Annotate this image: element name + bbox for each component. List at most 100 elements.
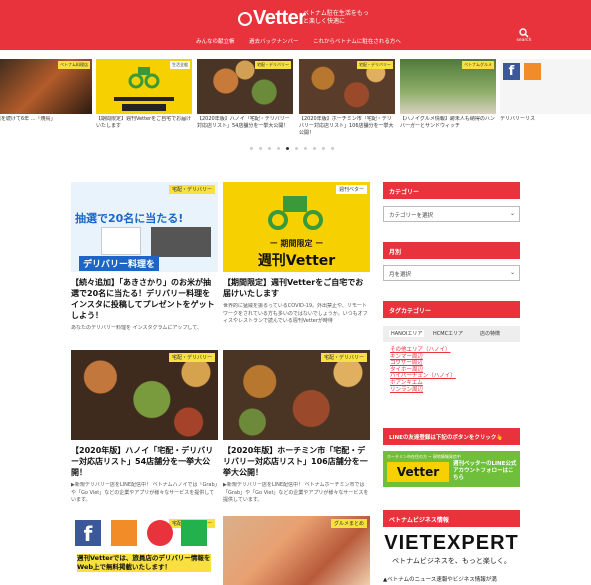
scooter-icon: [114, 67, 174, 111]
site-header: Vetter ベトナム駐在生活をもっと楽しく快適に みんなの献立帳 過去バックナ…: [0, 0, 591, 50]
month-select-value: 月を選択: [389, 272, 412, 278]
tag-link[interactable]: その他エリア（ハノイ）: [390, 347, 456, 354]
post-image-subtext: デリバリー料理を: [79, 256, 160, 271]
post-image-headline: 週刊Vetterでは、旅員店のデリバリー情報をWeb上で無料掲載いたします！: [77, 554, 211, 572]
line-follow-banner[interactable]: ホーチミン市在住の方 ~ 現地情報発信中 Vetter 週刊ベッターのLINE公…: [383, 451, 520, 487]
post-image: 宅配・デリバリー: [223, 350, 370, 440]
tag-link[interactable]: ハイバーチュン（ハノイ）: [390, 373, 456, 380]
post-image-headline: 抽選で20名に当たる!: [75, 212, 184, 225]
site-logo[interactable]: Vetter: [238, 7, 306, 30]
category-select[interactable]: カテゴリーを選択 ⌄: [383, 206, 520, 222]
slider-dot[interactable]: [268, 147, 271, 150]
slider-dot[interactable]: [295, 147, 298, 150]
slide-4[interactable]: 宅配・デリバリー 【2020年版】ホーチミン市「宅配・デリバリー対応店リスト」1…: [299, 59, 395, 138]
tab-hcmc[interactable]: HCMCエリア: [433, 330, 463, 337]
search-icon: [519, 28, 529, 38]
slide-image: ベトナムグルメ: [400, 59, 496, 114]
scooter-icon: [268, 196, 323, 230]
slide-badge: ベトナム料理店: [58, 61, 90, 69]
post-title[interactable]: 【続々追加】「あきさかり」のお米が抽選で20名に当たる！デリバリー料理をインスタ…: [71, 277, 218, 321]
slider-dot[interactable]: [331, 147, 334, 150]
sidebar-category-heading: カテゴリー: [383, 182, 520, 199]
line-banner-text: 週刊ベッターのLINE公式アカウントフォローはこちら: [453, 461, 517, 481]
app-icon: [524, 63, 541, 80]
slider-dots: [250, 147, 340, 151]
slide-1[interactable]: ベトナム料理店 店を続けて6年 ...「焼鳥」: [0, 59, 92, 138]
post-card[interactable]: 宅配・デリバリー 【2020年版】ホーチミン市「宅配・デリバリー対応店リスト」1…: [223, 350, 370, 504]
line-banner-logo: Vetter: [387, 462, 449, 482]
post-card[interactable]: グルメまとめ: [223, 516, 370, 585]
tag-tabs: HANOIエリア HCMCエリア 店の特徴: [383, 326, 520, 342]
slide-6[interactable]: f デリバリーリス: [500, 59, 591, 138]
month-select[interactable]: 月を選択 ⌄: [383, 265, 520, 281]
vietexpert-tagline: ベトナムビジネスを、もっと楽しく。: [392, 557, 511, 565]
post-image-headline: ー 期間限定 ー: [269, 239, 324, 248]
post-badge: 宅配・デリバリー: [168, 185, 215, 194]
post-badge: 宅配・デリバリー: [168, 353, 215, 362]
search-label: search: [516, 38, 532, 43]
post-image: 宅配・デリバリー 抽選で20名に当たる! デリバリー料理を: [71, 182, 218, 272]
slider-dot[interactable]: [313, 147, 316, 150]
food-box-icon: [151, 227, 211, 257]
facebook-icon: f: [503, 63, 520, 80]
vietexpert-logo: VIETEXPERT: [384, 532, 519, 554]
slide-image: 宅配・デリバリー: [197, 59, 293, 114]
featured-slider: ‹ › ベトナム料理店 店を続けて6年 ...「焼鳥」 生活全般 【期間限定】週…: [0, 55, 591, 155]
post-image: 週刊ベター ー 期間限定 ー 週刊Vetter: [223, 182, 370, 272]
post-card[interactable]: 週刊ベター ー 期間限定 ー 週刊Vetter 【期間限定】週刊Vetterをご…: [223, 182, 370, 325]
slider-dot[interactable]: [250, 147, 253, 150]
tab-features[interactable]: 店の特徴: [480, 330, 500, 337]
chevron-down-icon: ⌄: [509, 269, 515, 276]
tab-hanoi[interactable]: HANOIエリア: [389, 330, 425, 337]
slide-caption: デリバリーリス: [500, 116, 536, 122]
facebook-icon: f: [75, 520, 101, 546]
slide-caption: 【ハノイグルメ情報】跡未人も納得のハンバーガーとサンドウィッチ: [400, 116, 495, 129]
slider-dot[interactable]: [304, 147, 307, 150]
rice-bag-icon: [101, 227, 141, 255]
nav-item-recipes[interactable]: みんなの献立帳: [196, 37, 235, 45]
vietexpert-note: ▲ベトナムのニュース速報やビジネス情報が満: [383, 577, 497, 583]
delivery-app-icon: [111, 520, 137, 546]
site-tagline: ベトナム駐在生活をもっと楽しく快適に: [303, 10, 369, 25]
post-image: 宅配・デリバリー f 週刊Vetterでは、旅員店のデリバリー情報をWeb上で無…: [71, 516, 218, 585]
sidebar-line-heading: LINEの友達登録は下記のボタンをクリック👆: [383, 428, 520, 445]
slider-dot[interactable]: [322, 147, 325, 150]
post-excerpt: 世界的に猛威を振るっているCOVID-19。外出禁止や、リモートワークをされてい…: [223, 303, 368, 324]
post-image: グルメまとめ: [223, 516, 370, 585]
slide-5[interactable]: ベトナムグルメ 【ハノイグルメ情報】跡未人も納得のハンバーガーとサンドウィッチ: [400, 59, 496, 138]
post-title[interactable]: 【2020年版】ハノイ「宅配・デリバリー対応店リスト」54店舗分を一挙大公開！: [71, 445, 218, 478]
nav-item-new-residents[interactable]: これからベトナムに駐在される方へ: [313, 37, 401, 45]
post-card[interactable]: 宅配・デリバリー 抽選で20名に当たる! デリバリー料理を 【続々追加】「あきさ…: [71, 182, 218, 347]
slide-3[interactable]: 宅配・デリバリー 【2020年版】ハノイ「宅配・デリバリー対応店リスト」54店舗…: [197, 59, 293, 138]
sidebar-tag-heading: タグカテゴリー: [383, 301, 520, 318]
tag-link[interactable]: ホアンキエム: [390, 380, 456, 387]
logo-text: Vetter: [253, 7, 306, 29]
food-app-icon: [147, 520, 173, 546]
slide-2[interactable]: 生活全般 【期間限定】週刊Vetterをご自宅でお届けいたします: [96, 59, 192, 138]
post-excerpt: あなたのデリバリー料理を インスタグラムにアップして、: [71, 325, 202, 331]
post-title[interactable]: 【2020年版】ホーチミン市「宅配・デリバリー対応店リスト」106店舗分を一挙大…: [223, 445, 370, 478]
slider-dot[interactable]: [277, 147, 280, 150]
slider-dot[interactable]: [259, 147, 262, 150]
post-image-subtext: 週刊Vetter: [257, 253, 336, 269]
logo-mark-icon: [238, 12, 252, 26]
category-select-value: カテゴリーを選択: [389, 213, 434, 219]
post-badge: グルメまとめ: [330, 519, 367, 528]
slide-badge: 宅配・デリバリー: [255, 61, 291, 69]
nav-item-backnumber[interactable]: 過去バックナンバー: [249, 37, 299, 45]
main-nav: みんなの献立帳 過去バックナンバー これからベトナムに駐在される方へ: [0, 37, 591, 47]
slider-dot-active[interactable]: [286, 147, 289, 150]
tag-link[interactable]: リンラン周辺: [390, 387, 456, 394]
post-card[interactable]: 宅配・デリバリー f 週刊Vetterでは、旅員店のデリバリー情報をWeb上で無…: [71, 516, 218, 585]
post-image: 宅配・デリバリー: [71, 350, 218, 440]
slide-image: ベトナム料理店: [0, 59, 92, 114]
search-button[interactable]: search: [516, 28, 532, 43]
slide-image: f: [500, 59, 591, 114]
post-card[interactable]: 宅配・デリバリー 【2020年版】ハノイ「宅配・デリバリー対応店リスト」54店舗…: [71, 350, 218, 504]
tag-link[interactable]: コウザー周辺: [390, 360, 456, 367]
post-title[interactable]: 【期間限定】週刊Vetterをご自宅でお届けいたします: [223, 277, 370, 299]
vietexpert-banner[interactable]: VIETEXPERT ベトナムビジネスを、もっと楽しく。: [383, 532, 520, 566]
slide-caption: 店を続けて6年 ...「焼鳥」: [0, 116, 56, 122]
line-icon: [181, 520, 207, 546]
sidebar-business-heading: ベトナムビジネス情報: [383, 510, 520, 527]
